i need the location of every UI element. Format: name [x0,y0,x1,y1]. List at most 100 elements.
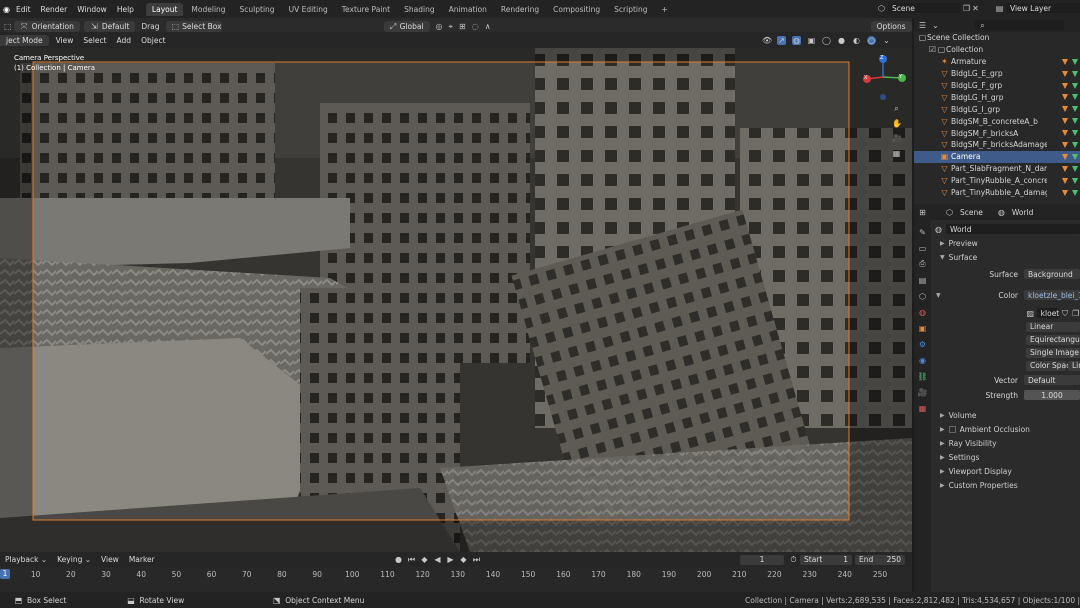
tool-properties-icon[interactable]: ✎ [918,227,928,237]
scene-field[interactable]: Scene [888,3,960,13]
strength-field[interactable]: 1.000 [1024,390,1080,400]
snap-icon[interactable]: ⌖ [449,22,454,31]
view-layer-field[interactable]: View Layer [1006,3,1080,13]
close-icon[interactable]: ✕ [971,4,980,13]
outliner-collection[interactable]: ☑ ▢ Collection [914,44,1080,56]
image-name-field[interactable]: kloet [1036,308,1059,318]
pivot-icon[interactable]: ◎ [436,22,443,31]
menu-view[interactable]: View [51,36,79,45]
material-shading-icon[interactable]: ◐ [852,36,861,45]
vector-dropdown[interactable]: Default [1024,375,1080,385]
outliner-item[interactable]: ▽ BldgLG_E_grp [914,68,1080,80]
color-expand-arrow-icon[interactable]: ▼ [936,292,941,299]
view-layer-properties-icon[interactable]: ▤ [918,275,928,285]
orientation-dropdown[interactable]: ⤧ Orientation [13,20,80,32]
outliner-item[interactable]: ✶ Armature [914,56,1080,68]
scene-selector[interactable]: ⬡ Scene ❐ ✕ [877,3,980,13]
transform-orientation-dropdown[interactable]: ⤢ Global [383,20,430,32]
menu-edit[interactable]: Edit [11,5,36,14]
section-volume[interactable]: ▶ Volume [934,408,1080,422]
section-viewport-display[interactable]: ▶ Viewport Display [934,464,1080,478]
color-input-node[interactable]: kloetzle_blei_16k [1024,290,1080,300]
outliner-item[interactable]: ▽Part_TinyRubble_A_concreteA [914,175,1080,187]
outliner-item[interactable]: ▽ BldgSM_B_concreteA_b [914,115,1080,127]
section-settings[interactable]: ▶ Settings [934,450,1080,464]
shield-icon[interactable]: ⛉ [1061,309,1070,318]
section-preview[interactable]: ▶ Preview [934,236,1080,250]
add-workspace-button[interactable]: + [656,3,674,16]
falloff-icon[interactable]: ∧ [485,22,491,31]
constraint-properties-icon[interactable]: ⛓ [917,371,927,381]
overlay-icon[interactable]: ◍ [792,35,801,45]
scene-properties-icon[interactable]: ⬡ [918,291,928,301]
menu-render[interactable]: Render [36,5,73,14]
tab-scene[interactable]: Scene [960,208,983,217]
editor-type-icon[interactable]: ⊞ [918,208,927,217]
pan-hand-icon[interactable]: ✋ [892,119,902,128]
data-properties-icon[interactable]: 🎥 [918,387,928,397]
tab-texture-paint[interactable]: Texture Paint [336,3,396,16]
section-custom-properties[interactable]: ▶ Custom Properties [934,478,1080,492]
tab-rendering[interactable]: Rendering [495,3,545,16]
xray-icon[interactable]: ▣ [807,36,816,45]
grid-icon[interactable]: ▦ [892,149,901,158]
world-properties-icon[interactable]: ◍ [918,307,928,317]
surface-dropdown[interactable]: Background [1024,269,1080,279]
drag-dropdown[interactable]: ⬚ Select Box [165,20,222,32]
tab-modeling[interactable]: Modeling [185,3,231,16]
tab-layout[interactable]: Layout [145,2,184,16]
object-properties-icon[interactable]: ▣ [918,323,928,333]
visibility-icon[interactable]: 👁 [762,36,772,45]
outliner-item[interactable]: ▽ BldgSM_F_bricksA [914,127,1080,139]
render-properties-icon[interactable]: ▭ [918,243,928,253]
editor-type-icon[interactable]: ☰ [918,21,927,30]
menu-add[interactable]: Add [112,36,137,45]
outliner-item[interactable]: ▽ BldgLG_I_grp [914,103,1080,115]
tab-world[interactable]: World [1012,208,1034,217]
outliner-search-input[interactable]: ⌕ [974,20,1064,30]
navigation-gizmo[interactable]: Z Y X [860,54,906,100]
outliner-scene-collection[interactable]: ▢ Scene Collection [914,32,1080,44]
outliner-item[interactable]: ▽ BldgLG_F_grp [914,80,1080,92]
menu-help[interactable]: Help [112,5,139,14]
interpolation-dropdown[interactable]: Linear [1026,321,1080,332]
section-ray-visibility[interactable]: ▶ Ray Visibility [934,436,1080,450]
playhead[interactable]: 1 [0,569,10,579]
projection-dropdown[interactable]: Equirectangular [1026,334,1080,345]
tab-scripting[interactable]: Scripting [608,3,653,16]
section-ambient-occlusion[interactable]: ▶ Ambient Occlusion [934,422,1080,436]
physics-properties-icon[interactable]: ◉ [918,355,928,365]
solid-shading-icon[interactable]: ● [837,36,846,45]
checkbox-icon[interactable]: ☑ [928,45,937,54]
gizmo-toggle-icon[interactable]: ↗ [777,35,786,45]
modifier-properties-icon[interactable]: ⚙ [918,339,928,349]
blender-logo-icon[interactable]: ◉ [2,5,11,14]
source-dropdown[interactable]: Single Image [1026,347,1080,358]
camera-view-icon[interactable]: 🎥 [892,134,902,143]
tab-animation[interactable]: Animation [443,3,493,16]
tab-uv-editing[interactable]: UV Editing [283,3,334,16]
mode-dropdown[interactable]: ject Mode [0,34,49,46]
image-icon[interactable]: ▨ [1026,309,1035,318]
options-dropdown[interactable]: Options [870,20,912,32]
orientation-value-dropdown[interactable]: ⇲ Default [83,20,136,32]
outliner-item[interactable]: ▣ Camera [914,150,1080,163]
outliner-item[interactable]: ▽Part_TinyRubble_A_damageA [914,187,1080,199]
outliner-item[interactable]: ▽Part_SlabFragment_N_damageA [914,163,1080,175]
3d-viewport[interactable]: Camera Perspective (1) Collection | Came… [0,48,912,552]
rendered-shading-icon[interactable]: ○ [867,35,876,45]
filter-icon[interactable]: ⌄ [931,21,940,30]
wireframe-shading-icon[interactable]: ◯ [822,36,831,45]
tab-shading[interactable]: Shading [398,3,440,16]
world-name-field[interactable]: World [946,224,1080,234]
texture-properties-icon[interactable]: ▦ [918,403,928,413]
tab-compositing[interactable]: Compositing [547,3,606,16]
timeline-ruler[interactable]: 1102030405060708090100110120130140150160… [0,552,912,592]
snap-target-icon[interactable]: ⊞ [459,22,466,31]
shading-options-icon[interactable]: ⌄ [882,36,891,45]
menu-select[interactable]: Select [78,36,111,45]
color-space-dropdown[interactable]: Lin [1068,360,1080,371]
select-tool-icon[interactable]: ⬚ [4,22,12,31]
outliner-item[interactable]: ▽ BldgSM_F_bricksAdamage [914,139,1080,151]
outliner-item[interactable]: ▽ BldgLG_H_grp [914,91,1080,103]
